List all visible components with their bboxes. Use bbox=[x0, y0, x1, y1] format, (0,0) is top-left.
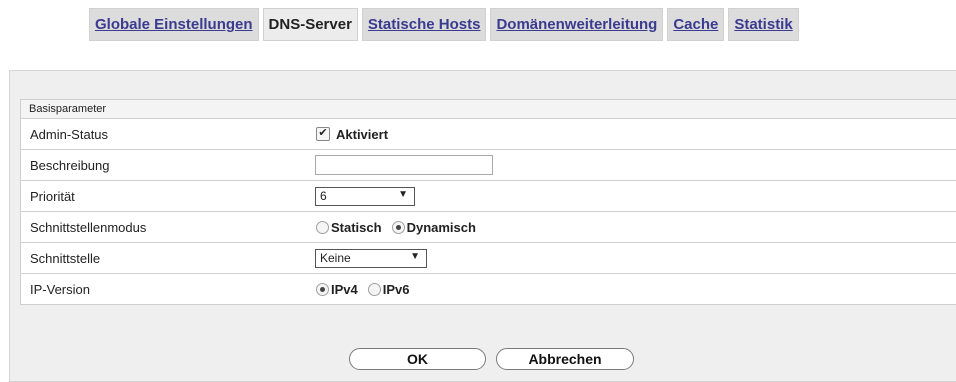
row-interface-mode: Schnittstellenmodus Statisch Dynamisch bbox=[21, 212, 956, 243]
footer-buttons: OK Abbrechen bbox=[0, 346, 956, 372]
interface-mode-label: Schnittstellenmodus bbox=[30, 219, 147, 235]
priority-select[interactable]: 6 ▼ bbox=[315, 186, 415, 206]
radio-dynamisch[interactable] bbox=[391, 220, 405, 234]
row-description: Beschreibung bbox=[21, 150, 956, 181]
admin-status-label: Admin-Status bbox=[30, 126, 109, 142]
priority-select-value: 6 bbox=[320, 189, 327, 203]
tab-domaenenweiterleitung[interactable]: Domänenweiterleitung bbox=[490, 8, 664, 41]
tab-bar: Globale Einstellungen DNS-Server Statisc… bbox=[89, 8, 799, 41]
interface-select-value: Keine bbox=[320, 251, 351, 265]
section-title: Basisparameter bbox=[21, 100, 956, 119]
priority-label: Priorität bbox=[30, 188, 75, 204]
description-input[interactable] bbox=[315, 155, 493, 175]
radio-ipv6[interactable] bbox=[367, 282, 381, 296]
interface-select[interactable]: Keine ▼ bbox=[315, 248, 427, 268]
cancel-button[interactable]: Abbrechen bbox=[496, 348, 634, 370]
tab-dns-server[interactable]: DNS-Server bbox=[262, 8, 358, 41]
radio-ipv6-label: IPv6 bbox=[382, 281, 410, 297]
tab-globale-einstellungen[interactable]: Globale Einstellungen bbox=[89, 8, 259, 41]
radio-ipv4[interactable] bbox=[316, 282, 329, 296]
radio-dynamisch-label: Dynamisch bbox=[406, 219, 476, 235]
settings-panel: Basisparameter Admin-Status ✔ Aktiviert … bbox=[9, 70, 956, 382]
chevron-down-icon: ▼ bbox=[410, 250, 420, 262]
tab-statistik[interactable]: Statistik bbox=[728, 8, 799, 41]
radio-statisch[interactable] bbox=[316, 220, 329, 234]
admin-status-checkbox-label: Aktiviert bbox=[336, 126, 389, 142]
row-admin-status: Admin-Status ✔ Aktiviert bbox=[21, 119, 956, 150]
ip-version-label: IP-Version bbox=[30, 281, 90, 297]
tab-cache[interactable]: Cache bbox=[667, 8, 725, 41]
radio-ipv4-label: IPv4 bbox=[331, 281, 358, 297]
row-priority: Priorität 6 ▼ bbox=[21, 181, 956, 212]
row-interface: Schnittstelle Keine ▼ bbox=[21, 243, 956, 274]
tab-statische-hosts[interactable]: Statische Hosts bbox=[361, 8, 487, 41]
interface-label: Schnittstelle bbox=[30, 250, 101, 266]
basic-parameters-section: Basisparameter Admin-Status ✔ Aktiviert … bbox=[20, 99, 956, 305]
description-label: Beschreibung bbox=[30, 157, 110, 173]
admin-status-checkbox[interactable]: ✔ bbox=[316, 127, 330, 141]
ok-button[interactable]: OK bbox=[349, 348, 486, 370]
row-ip-version: IP-Version IPv4 IPv6 bbox=[21, 274, 956, 304]
chevron-down-icon: ▼ bbox=[398, 188, 408, 200]
radio-statisch-label: Statisch bbox=[331, 219, 382, 235]
